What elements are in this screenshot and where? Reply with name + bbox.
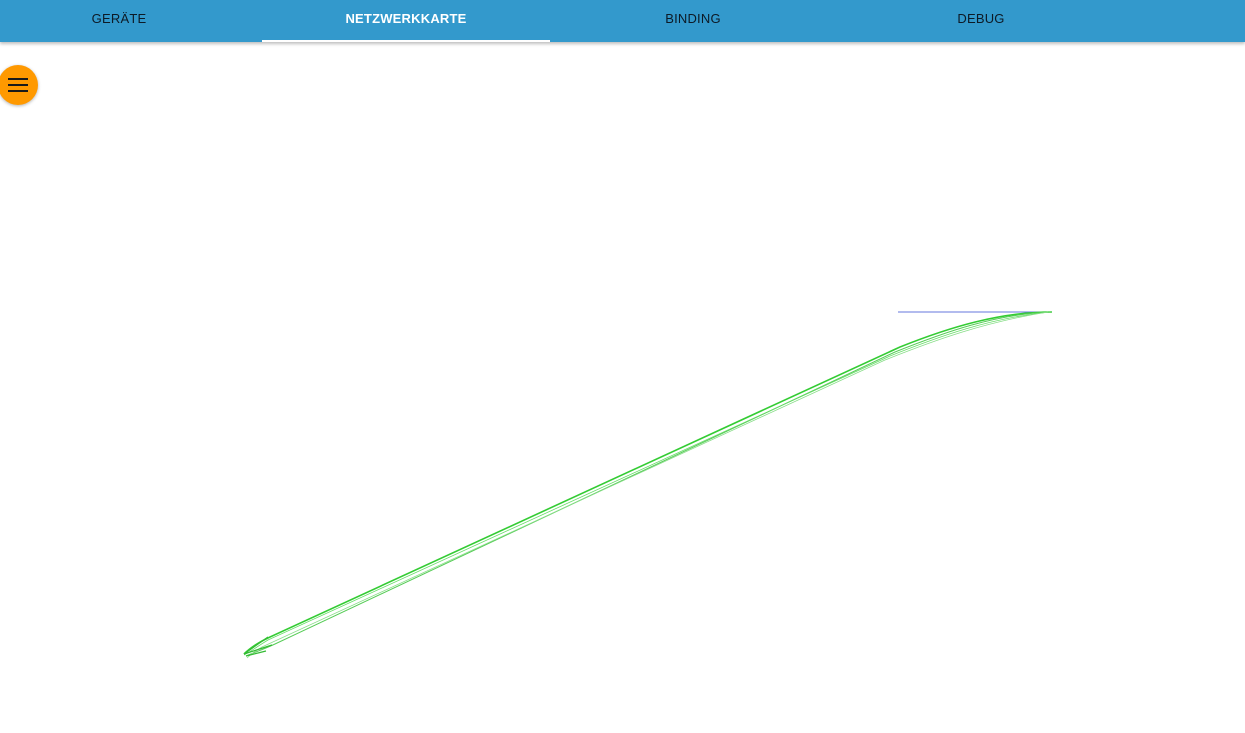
tab-geraete-label: Geräte	[91, 10, 147, 26]
network-link	[243, 311, 1051, 656]
network-map-canvas[interactable]	[0, 42, 1245, 733]
tab-netzwerkkarte[interactable]: Netzwerkkarte	[262, 0, 550, 42]
active-tab-indicator	[262, 40, 550, 42]
network-links	[243, 311, 1053, 659]
tab-bar: Geräte Netzwerkkarte Binding Debug	[0, 0, 1245, 42]
tab-binding[interactable]: Binding	[549, 0, 837, 42]
tab-binding-label: Binding	[665, 10, 721, 26]
network-link	[245, 311, 1053, 657]
network-link	[243, 311, 1053, 655]
tab-geraete[interactable]: Geräte	[0, 0, 263, 42]
tab-netzwerkkarte-label: Netzwerkkarte	[345, 10, 467, 26]
tab-debug-label: Debug	[957, 10, 1005, 26]
network-link	[246, 311, 1049, 659]
hamburger-menu-icon	[8, 78, 28, 92]
tab-debug[interactable]: Debug	[837, 0, 1125, 42]
